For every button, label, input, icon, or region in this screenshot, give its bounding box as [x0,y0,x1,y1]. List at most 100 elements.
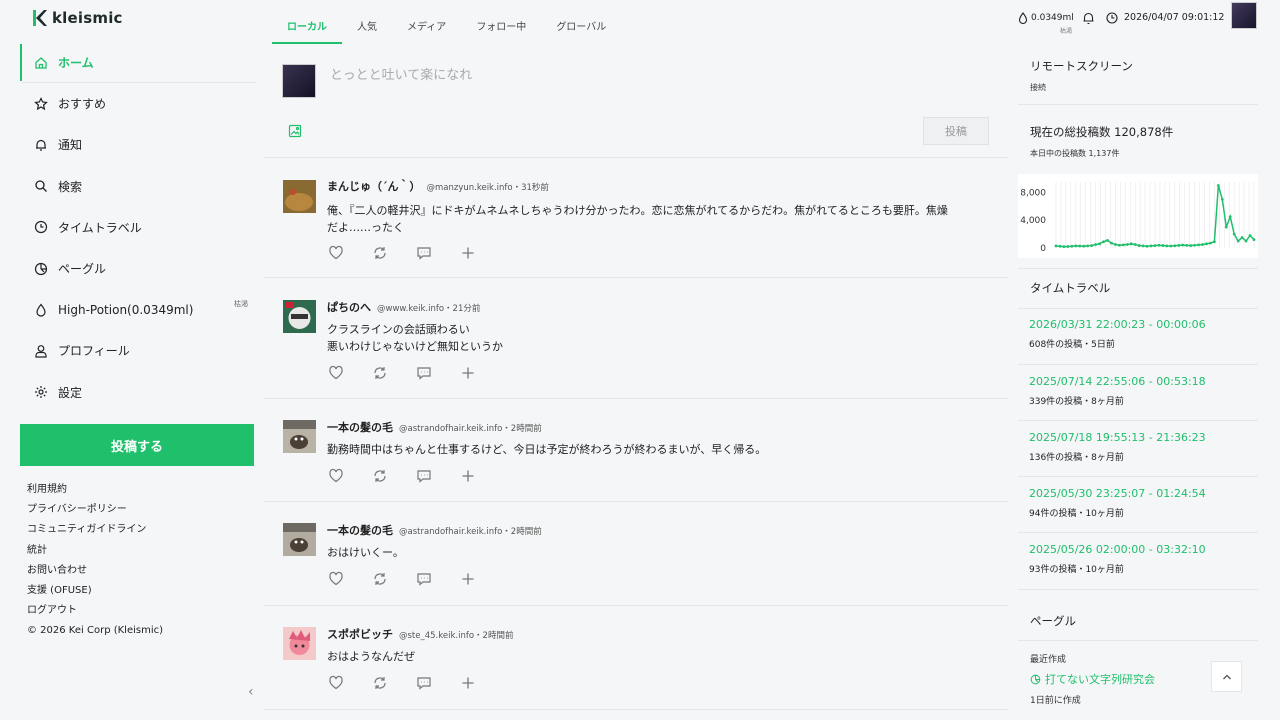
timetravel-item[interactable]: 2025/07/14 22:55:06 - 00:53:18 339件の投稿・8… [1029,375,1206,407]
reply-icon[interactable] [416,245,432,261]
scroll-to-top-button[interactable] [1211,661,1242,692]
post-actions [328,468,476,484]
nav-label: ペーグル [58,262,107,277]
nav-item-recommend[interactable]: おすすめ [20,83,256,124]
reply-icon[interactable] [416,365,432,381]
data-point [1066,245,1070,248]
avatar[interactable] [1231,2,1257,29]
timetravel-item[interactable]: 2025/05/30 23:25:07 - 01:24:54 94件の投稿・10… [1029,487,1206,519]
potion-amount[interactable]: 0.0349ml [1031,13,1074,23]
post-text-line: だよ……ったく [327,221,404,234]
like-icon[interactable] [328,468,344,484]
tab-popular[interactable]: 人気 [342,14,392,44]
pegle-icon [1030,674,1041,684]
tab-media[interactable]: メディア [392,14,461,44]
tab-global[interactable]: グローバル [541,14,621,44]
pegle-link-text[interactable]: 打てない文字列研究会 [1045,671,1155,687]
more-plus-icon[interactable] [460,675,476,691]
nav-item-pegle[interactable]: ペーグル [20,248,256,289]
nav-item-home[interactable]: ホーム [20,42,256,84]
author-name[interactable]: 一本の髪の毛 [327,522,393,538]
timetravel-range[interactable]: 2025/05/26 02:00:00 - 03:32:10 [1029,543,1206,556]
footer-link-support[interactable]: 支援 (OFUSE) [27,583,163,603]
footer-link-stats[interactable]: 統計 [27,543,163,563]
like-icon[interactable] [328,245,344,261]
author-handle[interactable]: @ste_45.keik.info・2時間前 [399,629,513,641]
more-plus-icon[interactable] [460,571,476,587]
data-point [1121,243,1125,247]
timetravel-item[interactable]: 2025/05/26 02:00:00 - 03:32:10 93件の投稿・10… [1029,543,1206,575]
pegle-widget-title: ペーグル [1030,614,1076,628]
compose-input[interactable]: とっとと吐いて楽になれ [330,64,472,83]
author-name[interactable]: まんじゅ（´ん｀） [327,178,421,194]
nav-item-notifications[interactable]: 通知 [20,124,256,165]
post-text-line: おはようなんだぜ [327,650,415,663]
data-point [1141,244,1145,248]
avatar[interactable] [282,64,316,98]
repost-icon[interactable] [372,675,388,691]
like-icon[interactable] [328,365,344,381]
repost-icon[interactable] [372,245,388,261]
timetravel-range[interactable]: 2025/07/18 19:55:13 - 21:36:23 [1029,431,1206,444]
remote-screen-title: リモートスクリーン [1030,59,1133,73]
avatar[interactable] [283,420,316,453]
reply-icon[interactable] [416,675,432,691]
nav-item-profile[interactable]: プロフィール [20,330,256,371]
author-handle[interactable]: @astrandofhair.keik.info・2時間前 [399,422,542,434]
like-icon[interactable] [328,571,344,587]
image-attach-icon[interactable] [288,124,302,138]
avatar[interactable] [283,180,316,213]
footer-link-privacy[interactable]: プライバシーポリシー [27,502,163,522]
avatar[interactable] [283,300,316,333]
footer-link-contact[interactable]: お問い合わせ [27,563,163,583]
compose-post-button[interactable]: 投稿する [20,424,254,466]
footer-link-logout[interactable]: ログアウト [27,603,163,623]
tab-following[interactable]: フォロー中 [461,14,541,44]
collapse-sidebar-icon[interactable]: ‹ [248,684,254,700]
post-body: おはようなんだぜ [327,648,997,665]
author-handle[interactable]: @manzyun.keik.info・31秒前 [427,181,549,193]
repost-icon[interactable] [372,365,388,381]
nav-item-search[interactable]: 検索 [20,166,256,207]
reply-icon[interactable] [416,571,432,587]
like-icon[interactable] [328,675,344,691]
post: 一本の髪の毛 @astrandofhair.keik.info・2時間前 勤務時… [264,400,1008,502]
footer-link-guidelines[interactable]: コミュニティガイドライン [27,522,163,542]
timetravel-range[interactable]: 2025/05/30 23:25:07 - 01:24:54 [1029,487,1206,500]
more-plus-icon[interactable] [460,468,476,484]
repost-icon[interactable] [372,571,388,587]
nav-item-timetravel[interactable]: タイムトラベル [20,207,256,248]
author-name[interactable]: 一本の髪の毛 [327,419,393,435]
tab-local[interactable]: ローカル [272,14,342,44]
kleismic-logo-icon [33,10,47,26]
footer-link-terms[interactable]: 利用規約 [27,482,163,502]
logo[interactable]: kleismic [32,9,123,27]
avatar[interactable] [283,523,316,556]
reply-icon[interactable] [416,468,432,484]
divider [1018,476,1258,477]
author-handle[interactable]: @astrandofhair.keik.info・2時間前 [399,525,542,537]
more-plus-icon[interactable] [460,365,476,381]
author-name[interactable]: スポポビッチ [327,626,393,642]
nav-item-high-potion[interactable]: High-Potion(0.0349ml) 枯渇 [20,289,256,330]
repost-icon[interactable] [372,468,388,484]
bell-icon[interactable] [1082,11,1095,25]
author-handle[interactable]: @www.keik.info・21分前 [377,302,480,314]
timetravel-item[interactable]: 2025/07/18 19:55:13 - 21:36:23 136件の投稿・8… [1029,431,1206,463]
y-tick-label: 8,000 [1020,188,1046,198]
more-plus-icon[interactable] [460,245,476,261]
timetravel-range[interactable]: 2025/07/14 22:55:06 - 00:53:18 [1029,375,1206,388]
divider [1018,364,1258,365]
data-point [1114,243,1117,246]
current-datetime: 2026/04/07 09:01:12 [1124,12,1225,23]
avatar[interactable] [283,627,316,660]
remote-screen-status[interactable]: 接続 [1030,82,1270,93]
timetravel-item[interactable]: 2026/03/31 22:00:23 - 00:00:06 608件の投稿・5… [1029,318,1206,350]
submit-post-button[interactable]: 投稿 [923,117,989,145]
user-icon [34,344,48,358]
timetravel-range[interactable]: 2026/03/31 22:00:23 - 00:00:06 [1029,318,1206,331]
author-name[interactable]: ぱちのへ [327,299,371,315]
data-point [1157,243,1161,247]
nav-item-settings[interactable]: 設定 [20,372,256,413]
data-point [1062,245,1066,249]
